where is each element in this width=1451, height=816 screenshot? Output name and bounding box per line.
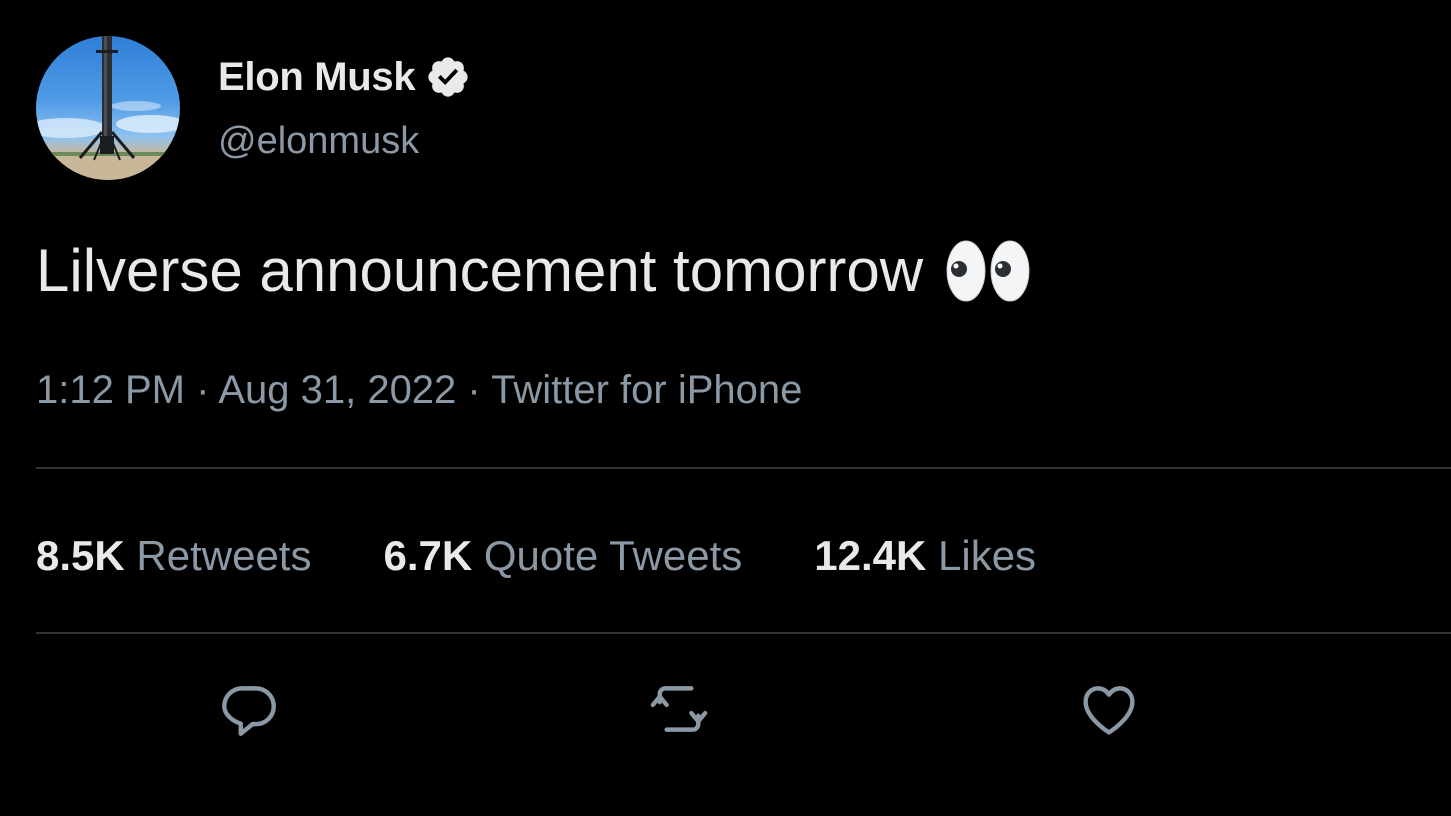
tweet-body: Lilverse announcement tomorrow <box>36 237 924 304</box>
retweet-button[interactable] <box>646 676 712 742</box>
quote-tweets-stat[interactable]: 6.7K Quote Tweets <box>383 532 742 580</box>
avatar[interactable] <box>36 36 180 180</box>
eyes-emoji-icon <box>945 239 1031 303</box>
likes-count: 12.4K <box>814 532 927 579</box>
retweets-count: 8.5K <box>36 532 125 579</box>
tweet-date[interactable]: Aug 31, 2022 <box>218 368 456 412</box>
retweets-stat[interactable]: 8.5K Retweets <box>36 532 311 580</box>
tweet-text: Lilverse announcement tomorrow <box>36 236 1031 305</box>
retweets-label: Retweets <box>136 532 312 579</box>
divider-bottom <box>36 632 1451 634</box>
heart-icon <box>1083 686 1135 735</box>
likes-stat[interactable]: 12.4K Likes <box>814 532 1036 580</box>
author-name-row: Elon Musk <box>218 52 471 102</box>
rocket-booster-photo-icon <box>36 36 180 180</box>
reply-button[interactable] <box>216 676 282 742</box>
author-handle[interactable]: @elonmusk <box>218 120 419 163</box>
display-name[interactable]: Elon Musk <box>218 55 416 100</box>
tweet-detail: Elon Musk @elonmusk Lilverse announcemen… <box>0 0 1451 816</box>
meta-separator: · <box>184 368 219 412</box>
tweet-meta: 1:12 PM · Aug 31, 2022 · Twitter for iPh… <box>36 368 802 413</box>
likes-label: Likes <box>938 532 1037 579</box>
retweet-icon <box>650 686 708 732</box>
like-button[interactable] <box>1076 676 1142 742</box>
quote-tweets-label: Quote Tweets <box>483 532 743 579</box>
quote-tweets-count: 6.7K <box>383 532 473 579</box>
tweet-time[interactable]: 1:12 PM <box>36 368 185 412</box>
tweet-stats: 8.5K Retweets 6.7K Quote Tweets 12.4K Li… <box>36 532 1108 580</box>
divider-top <box>36 467 1451 469</box>
meta-separator: · <box>456 368 492 412</box>
verified-badge-icon <box>428 57 468 97</box>
reply-icon <box>222 686 276 736</box>
action-bar <box>0 676 1451 746</box>
tweet-source[interactable]: Twitter for iPhone <box>491 368 802 412</box>
